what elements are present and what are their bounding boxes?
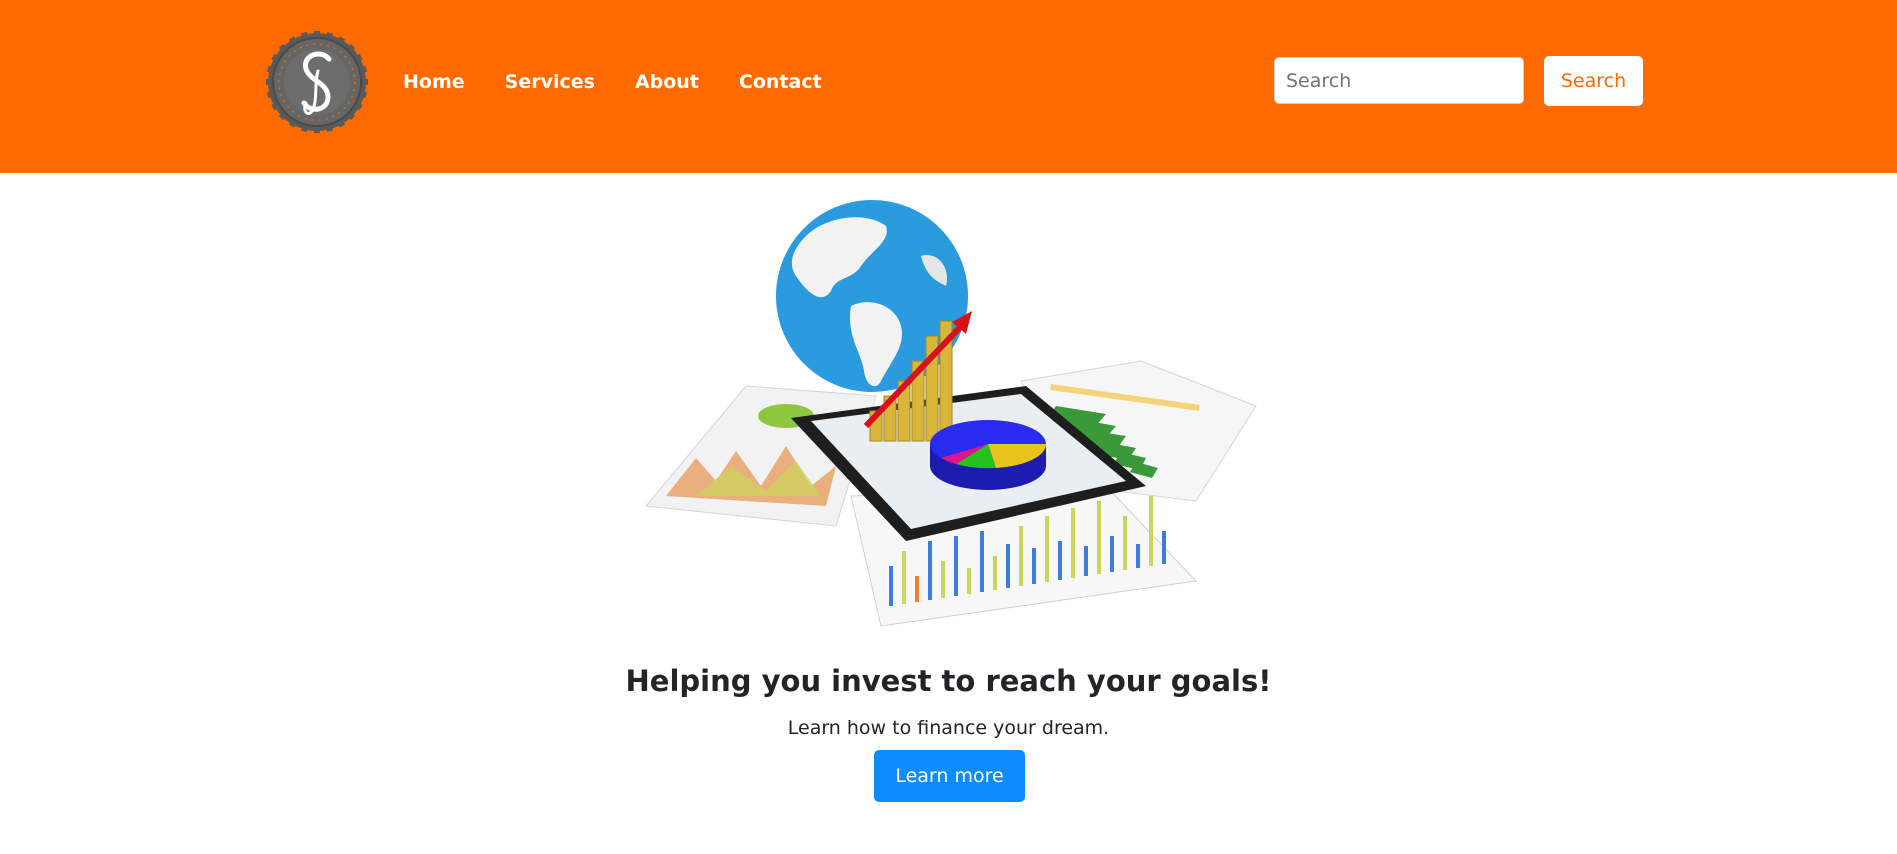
nav-services-link[interactable]: Services [505, 71, 595, 93]
search-input[interactable] [1274, 57, 1524, 104]
nav-about-link[interactable]: About [635, 71, 699, 93]
globe-tablet-charts-illustration [645, 200, 1257, 627]
search-button[interactable]: Search [1544, 56, 1643, 106]
main-nav: Home Services About Contact [403, 69, 862, 95]
nav-home-link[interactable]: Home [403, 71, 465, 93]
learn-more-button[interactable]: Learn more [874, 750, 1025, 802]
hero-subtitle: Learn how to finance your dream. [787, 717, 1110, 739]
nav-contact-link[interactable]: Contact [739, 71, 822, 93]
hero-title: Helping you invest to reach your goals! [625, 664, 1272, 698]
top-navbar: Home Services About Contact Search [0, 0, 1897, 173]
s-monogram-badge-icon[interactable] [266, 31, 368, 133]
